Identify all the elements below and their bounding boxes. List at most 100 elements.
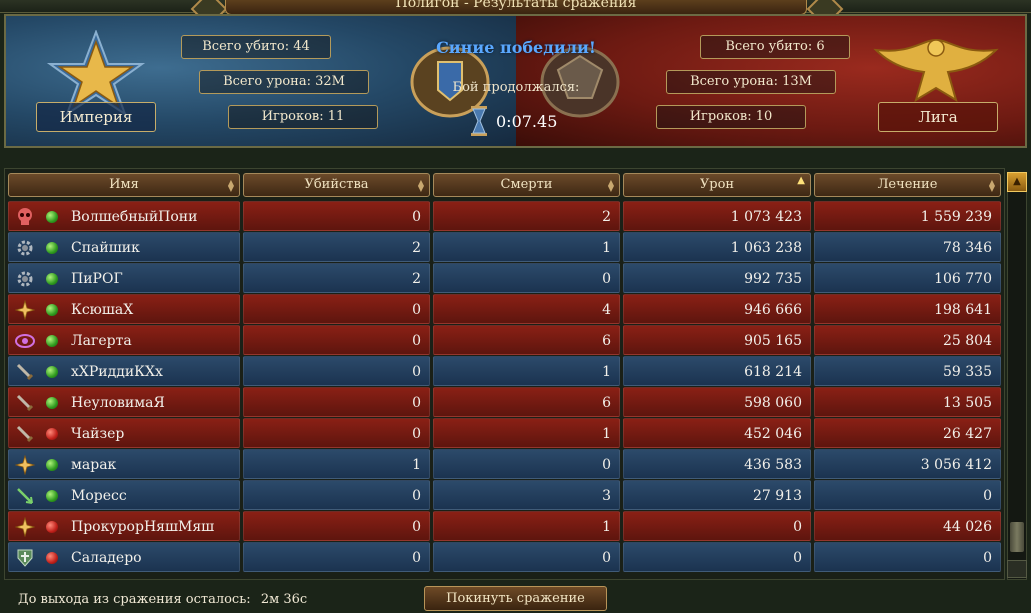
cell-text: 4 [602,302,611,318]
online-status-icon [46,335,58,347]
column-header-label: Лечение [877,177,938,192]
cell-text: 0 [412,550,421,566]
cell-text: 13 505 [943,395,992,411]
cell-text: 25 804 [943,333,992,349]
cell-damage: 905 165 [623,325,811,355]
skull-icon [15,207,35,227]
online-status-icon [46,211,58,223]
cell-text: ВолшебныйПони [71,209,198,225]
cell-name: Моресс [8,480,240,510]
cell-healing: 3 056 412 [814,449,1001,479]
column-header-label: Имя [109,177,139,192]
column-header-damage[interactable]: Урон ▲ [623,173,811,197]
cell-text: ПрокурорНяшМяш [71,519,215,535]
red-total-kills: Всего убито: 6 [700,35,850,59]
cell-text: 0 [412,488,421,504]
cell-text: Чайзер [71,426,125,442]
column-header-kills[interactable]: Убийства ▲ ▼ [243,173,430,197]
player-stats-table: Имя ▲ ▼ Убийства ▲ ▼ Смерти ▲ ▼ Урон ▲ Лече… [4,168,1005,580]
cell-text: Саладеро [71,550,142,566]
offline-status-icon [46,428,58,440]
leave-battle-button[interactable]: Покинуть сражение [424,586,607,611]
cell-damage: 0 [623,542,811,572]
offline-status-icon [46,521,58,533]
cell-kills: 0 [243,325,430,355]
cell-text: 2 [412,240,421,256]
cell-text: Спайшик [71,240,140,256]
cell-text: 0 [412,519,421,535]
scrollbar-thumb[interactable] [1010,522,1024,552]
cell-text: 905 165 [744,333,802,349]
cell-damage: 0 [623,511,811,541]
table-row[interactable]: КсюшаХ 0 4 946 666 198 641 [8,294,1003,324]
cell-healing: 59 335 [814,356,1001,386]
cell-kills: 0 [243,387,430,417]
cell-text: 0 [412,302,421,318]
column-header-name[interactable]: Имя ▲ ▼ [8,173,240,197]
gold-eagle-icon [873,38,999,103]
scroll-down-button[interactable] [1007,560,1027,578]
cell-text: 1 [412,457,421,473]
table-row[interactable]: Саладеро 0 0 0 0 [8,542,1003,572]
cell-name: Спайшик [8,232,240,262]
cell-text: 78 346 [943,240,992,256]
blue-total-kills: Всего убито: 44 [181,35,331,59]
cell-text: 452 046 [744,426,802,442]
cell-text: марак [71,457,117,473]
column-header-healing[interactable]: Лечение ▲ ▼ [814,173,1001,197]
cell-text: 26 427 [943,426,992,442]
cell-kills: 0 [243,480,430,510]
cell-healing: 25 804 [814,325,1001,355]
window-title: Полигон - Результаты сражения [225,0,807,15]
cell-text: 44 026 [943,519,992,535]
table-row[interactable]: хХРиддиКХх 0 1 618 214 59 335 [8,356,1003,386]
battle-result-text: Синие победили! [436,38,596,57]
scrollbar[interactable] [1007,172,1027,580]
cell-kills: 0 [243,201,430,231]
cell-healing: 0 [814,480,1001,510]
cell-name: Лагерта [8,325,240,355]
table-header: Имя ▲ ▼ Убийства ▲ ▼ Смерти ▲ ▼ Урон ▲ Лече… [8,173,1003,197]
cell-text: КсюшаХ [71,302,134,318]
cell-deaths: 1 [433,232,620,262]
scroll-up-button[interactable]: ▲ [1007,172,1027,192]
column-header-deaths[interactable]: Смерти ▲ ▼ [433,173,620,197]
cell-text: 0 [412,209,421,225]
table-row[interactable]: ВолшебныйПони 0 2 1 073 423 1 559 239 [8,201,1003,231]
cell-deaths: 3 [433,480,620,510]
table-row[interactable]: ПрокурорНяшМяш 0 1 0 44 026 [8,511,1003,541]
cell-text: 0 [412,426,421,442]
cell-text: 618 214 [744,364,802,380]
cell-text: Лагерта [71,333,132,349]
online-status-icon [46,242,58,254]
table-row[interactable]: Спайшик 2 1 1 063 238 78 346 [8,232,1003,262]
table-row[interactable]: марак 1 0 436 583 3 056 412 [8,449,1003,479]
column-header-label: Урон [699,177,735,192]
table-row[interactable]: Чайзер 0 1 452 046 26 427 [8,418,1003,448]
cell-text: 6 [602,395,611,411]
table-row[interactable]: ПиРОГ 2 0 992 735 106 770 [8,263,1003,293]
cell-damage: 946 666 [623,294,811,324]
cell-text: Моресс [71,488,127,504]
sword-icon [15,393,35,413]
cell-name: КсюшаХ [8,294,240,324]
cell-text: 946 666 [744,302,802,318]
red-team-name: Лига [878,102,998,132]
cell-name: ВолшебныйПони [8,201,240,231]
cell-text: 1 [602,240,611,256]
table-row[interactable]: Лагерта 0 6 905 165 25 804 [8,325,1003,355]
cell-healing: 198 641 [814,294,1001,324]
cell-deaths: 6 [433,325,620,355]
table-row[interactable]: Моресс 0 3 27 913 0 [8,480,1003,510]
table-row[interactable]: НеуловимаЯ 0 6 598 060 13 505 [8,387,1003,417]
cell-damage: 452 046 [623,418,811,448]
cell-kills: 2 [243,232,430,262]
cell-damage: 27 913 [623,480,811,510]
sword-icon [15,424,35,444]
sort-ascending-icon: ▲ [797,175,805,186]
cell-damage: 436 583 [623,449,811,479]
red-total-damage: Всего урона: 13M [666,70,836,94]
sort-arrows-icon: ▲ ▼ [227,178,234,193]
gear-icon [15,238,35,258]
cell-kills: 1 [243,449,430,479]
